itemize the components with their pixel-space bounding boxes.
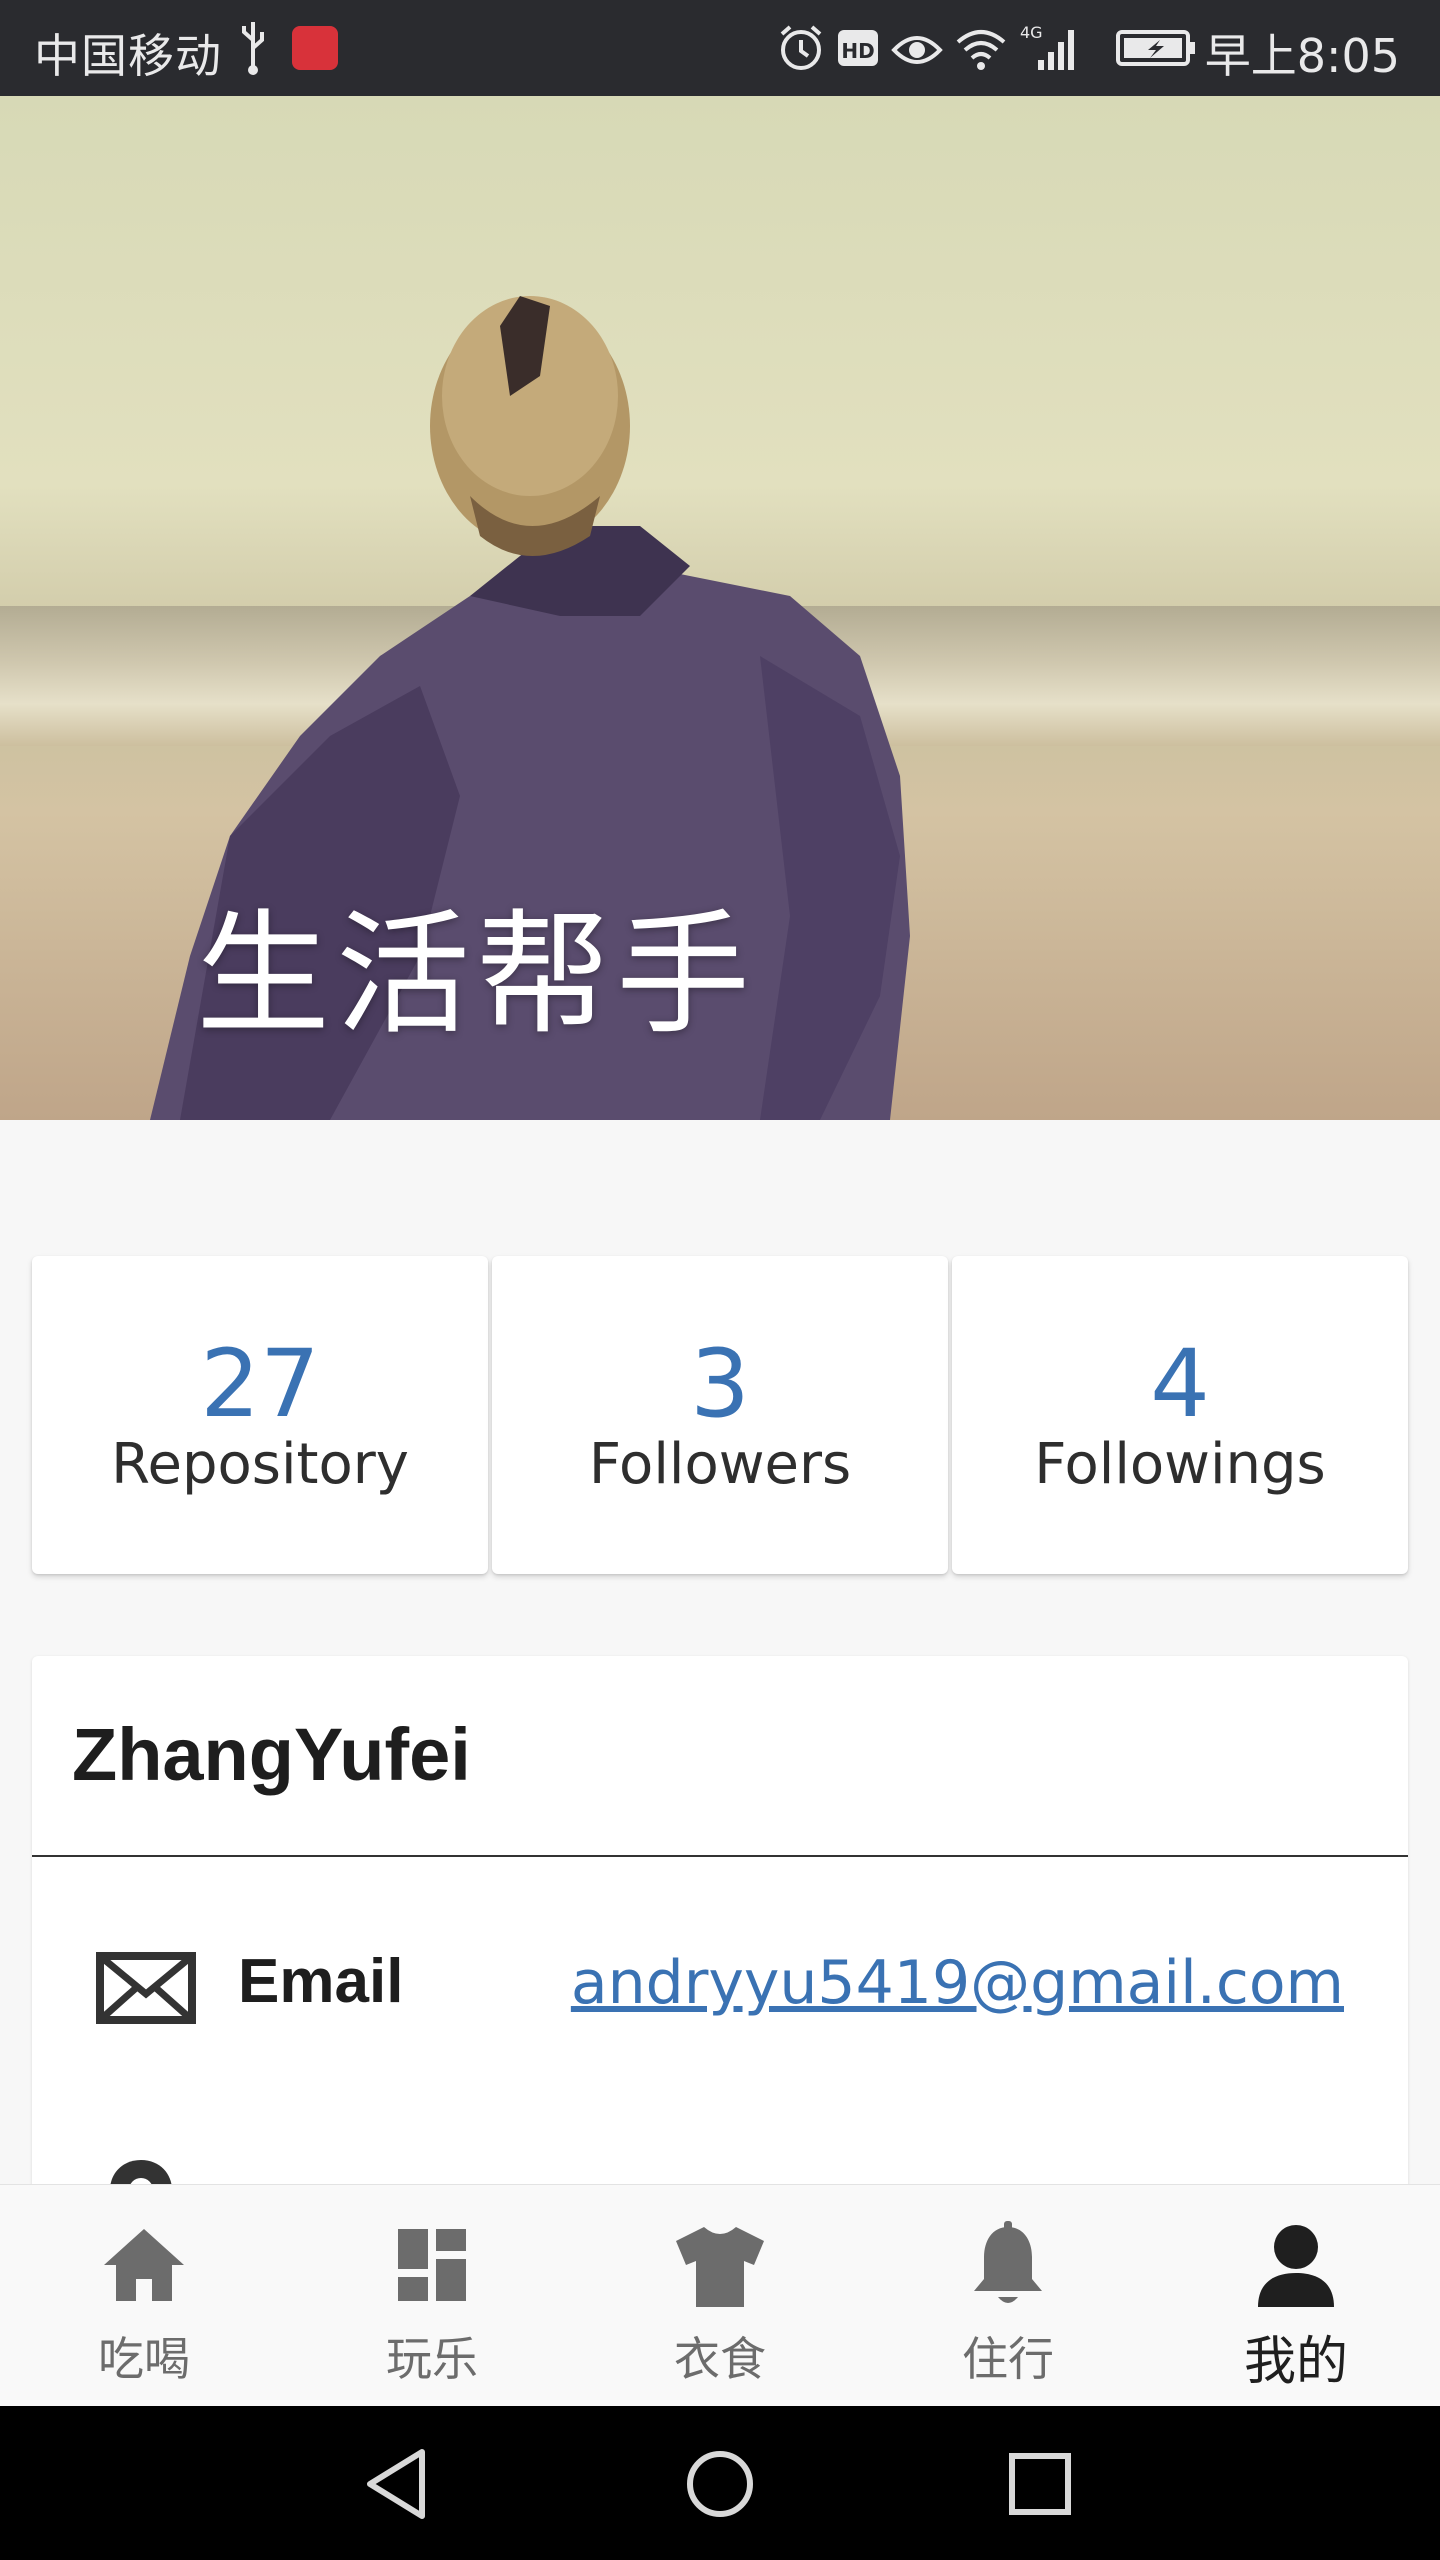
tshirt-icon [676,2227,764,2307]
clock: 早上8:05 [1204,29,1400,83]
divider [32,1855,1408,1857]
person-icon [1258,2225,1334,2307]
profile-name: ZhangYufei [72,1713,471,1796]
battery-icon [1116,30,1195,66]
carrier-name: 中国移动 [34,29,222,83]
stat-label: Followers [588,1432,852,1497]
stat-card-followings[interactable]: 4 Followings [952,1256,1408,1574]
bottom-navigation: 吃喝 玩乐 衣食 住行 我的 [0,2184,1440,2407]
stat-number: 3 [690,1330,750,1439]
nav-item-play[interactable]: 玩乐 [288,2185,576,2407]
nav-label: 玩乐 [386,2332,478,2386]
recents-icon[interactable] [998,2442,1082,2526]
stat-card-followers[interactable]: 3 Followers [492,1256,948,1574]
network-type-label: 4G [1020,23,1043,42]
nav-item-me[interactable]: 我的 [1152,2185,1440,2407]
profile-card: ZhangYufei Email andryyu5419@gmail.com [32,1656,1408,2256]
svg-text:HD: HD [841,39,874,63]
email-link[interactable]: andryyu5419@gmail.com [571,1948,1344,2018]
home-circle-icon[interactable] [678,2442,762,2526]
email-label: Email [238,1947,404,2016]
signal-icon: 4G [1020,23,1074,70]
system-navigation-bar [0,2406,1440,2560]
hero-banner: 生活帮手 [0,96,1440,1120]
alarm-icon [780,25,822,70]
nav-item-travel[interactable]: 住行 [864,2185,1152,2407]
nav-item-clothing[interactable]: 衣食 [576,2185,864,2407]
hero-title: 生活帮手 [196,897,757,1053]
nav-label: 吃喝 [98,2332,190,2386]
usb-icon [242,22,264,75]
nav-label: 我的 [1243,2332,1348,2392]
home-icon [104,2229,184,2301]
nav-label: 衣食 [674,2332,766,2386]
nav-item-eat-drink[interactable]: 吃喝 [0,2185,288,2407]
stats-row: 27 Repository 3 Followers 4 Followings [32,1256,1408,1574]
back-icon[interactable] [356,2442,440,2526]
dashboard-icon [398,2229,466,2301]
stat-label: Repository [111,1432,409,1497]
status-bar: 中国移动 HD 4G 早上8:05 [0,0,1440,96]
bell-icon [974,2221,1042,2303]
stat-number: 4 [1150,1330,1210,1439]
stat-label: Followings [1034,1432,1326,1497]
email-row: Email andryyu5419@gmail.com [32,1926,1408,2046]
wifi-icon [956,30,1006,70]
nav-label: 住行 [962,2332,1054,2386]
stat-card-repository[interactable]: 27 Repository [32,1256,488,1574]
eye-icon [891,36,943,64]
hd-icon: HD [838,30,878,66]
app-notification-icon [292,26,338,70]
stat-number: 27 [200,1330,320,1439]
mail-icon [96,1952,196,2024]
status-icons: HD 4G [776,18,1196,78]
